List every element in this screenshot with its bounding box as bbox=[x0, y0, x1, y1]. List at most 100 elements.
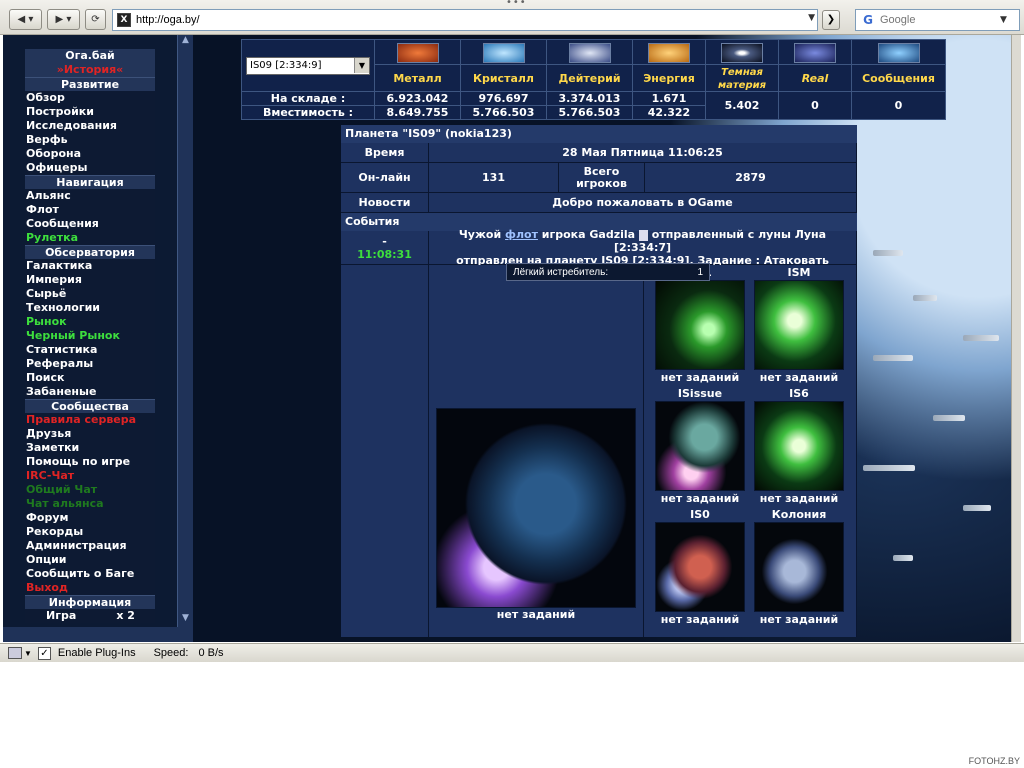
menu-item[interactable]: Технологии bbox=[25, 301, 155, 315]
menu-section-header: Информация bbox=[25, 595, 155, 609]
messages-icon bbox=[877, 43, 920, 63]
menu-item[interactable]: Империя bbox=[25, 273, 155, 287]
menu-item[interactable]: Рынок bbox=[25, 315, 155, 329]
menu-item[interactable]: Исследования bbox=[25, 119, 155, 133]
toolbar-grip[interactable]: ••• bbox=[506, 0, 527, 8]
url-text[interactable]: http://oga.by/ bbox=[136, 14, 200, 26]
menu-item[interactable]: Черный Рынок bbox=[25, 329, 155, 343]
back-button[interactable]: ◀ ▾ bbox=[9, 9, 42, 30]
menu-item[interactable]: Забаненые bbox=[25, 385, 155, 399]
ship-image bbox=[863, 465, 915, 471]
menu-item[interactable]: Заметки bbox=[25, 441, 155, 455]
go-button[interactable]: ❯ bbox=[822, 10, 840, 30]
colony-task: нет заданий bbox=[759, 613, 839, 626]
fleet-tooltip: Лёгкий истребитель: 1 bbox=[506, 263, 710, 281]
menu-item[interactable]: Чат альянса bbox=[25, 497, 155, 511]
browser-toolbar: ••• ◀ ▾ ▶ ▾ ⟳ X http://oga.by/ ▼ ❯ G ▼ bbox=[0, 0, 1024, 35]
colony-task: нет заданий bbox=[660, 492, 740, 505]
menu-item[interactable]: Помощь по игре bbox=[25, 455, 155, 469]
left-frame-scrollbar[interactable]: ▲ ▼ bbox=[177, 35, 193, 627]
menu-item[interactable]: Сообщения bbox=[25, 217, 155, 231]
left-menu: Ога.бай »История« Развитие Обзор Постройки… bbox=[25, 49, 155, 623]
menu-item[interactable]: Оборона bbox=[25, 147, 155, 161]
status-bar: ▼ ✓ Enable Plug-Ins Speed: 0 B/s bbox=[0, 643, 1024, 662]
colony-task: нет заданий bbox=[660, 613, 740, 626]
menu-item[interactable]: Правила сервера bbox=[25, 413, 155, 427]
menu-item[interactable]: Обзор bbox=[25, 91, 155, 105]
colony-image[interactable] bbox=[754, 280, 844, 370]
colony-image[interactable] bbox=[655, 280, 745, 370]
time-label: Время bbox=[341, 143, 429, 162]
menu-item[interactable]: Постройки bbox=[25, 105, 155, 119]
news-value: Добро пожаловать в OGame bbox=[429, 193, 857, 212]
menu-section-header: Развитие bbox=[25, 77, 155, 91]
plugins-label: Enable Plug-Ins bbox=[57, 647, 136, 659]
colony-image[interactable] bbox=[655, 522, 745, 612]
time-value: 28 Мая Пятница 11:06:25 bbox=[429, 143, 857, 162]
fleet-info-icon[interactable] bbox=[638, 229, 648, 241]
messages-label[interactable]: Сообщения bbox=[862, 72, 935, 85]
deuterium-label: Дейтерий bbox=[558, 71, 621, 85]
menu-history-link[interactable]: »История« bbox=[25, 63, 155, 77]
menu-username[interactable]: Ога.бай bbox=[25, 49, 155, 63]
forward-button[interactable]: ▶ ▾ bbox=[47, 9, 80, 30]
online-label: Он-лайн bbox=[341, 163, 429, 192]
scroll-down-icon[interactable]: ▼ bbox=[178, 613, 193, 627]
menu-item[interactable]: Друзья bbox=[25, 427, 155, 441]
event-time-cell: - 11:08:31 bbox=[341, 231, 429, 264]
menu-item[interactable]: Выход bbox=[25, 581, 155, 595]
search-dropdown-icon[interactable]: ▼ bbox=[1000, 15, 1007, 25]
menu-item[interactable]: Администрация bbox=[25, 539, 155, 553]
image-dropdown-icon[interactable]: ▼ bbox=[24, 649, 32, 658]
menu-item[interactable]: IRC-Чат bbox=[25, 469, 155, 483]
menu-item[interactable]: Рефералы bbox=[25, 357, 155, 371]
plugins-checkbox[interactable]: ✓ bbox=[37, 646, 51, 660]
planet-select[interactable]: IS09 [2:334:9] ▼ bbox=[246, 56, 370, 75]
colony-image[interactable] bbox=[655, 401, 745, 491]
menu-item[interactable]: Галактика bbox=[25, 259, 155, 273]
menu-item[interactable]: Офицеры bbox=[25, 161, 155, 175]
real-label[interactable]: Real bbox=[802, 72, 829, 85]
search-input[interactable] bbox=[880, 14, 1000, 26]
select-arrow-icon[interactable]: ▼ bbox=[354, 58, 369, 73]
total-label: Всего игроков bbox=[559, 163, 645, 192]
messages-value: 0 bbox=[851, 91, 946, 120]
reload-button[interactable]: ⟳ bbox=[85, 9, 106, 30]
dark-matter-label[interactable]: Темная материя bbox=[718, 67, 766, 91]
menu-item[interactable]: Сырьё bbox=[25, 287, 155, 301]
menu-item[interactable]: Сообщить о Баге bbox=[25, 567, 155, 581]
ship-image bbox=[963, 335, 999, 341]
site-favicon-icon: X bbox=[117, 13, 131, 27]
url-dropdown-icon[interactable]: ▼ bbox=[808, 13, 815, 23]
colony-name[interactable]: IS0 bbox=[655, 508, 745, 521]
menu-item[interactable]: Общий Чат bbox=[25, 483, 155, 497]
planet-select-value[interactable]: IS09 [2:334:9] bbox=[250, 60, 322, 71]
ship-image bbox=[893, 555, 913, 561]
ship-image bbox=[873, 355, 913, 361]
colony-name[interactable]: IS6 bbox=[754, 387, 844, 400]
menu-item[interactable]: Рулетка bbox=[25, 231, 155, 245]
menu-item[interactable]: Поиск bbox=[25, 371, 155, 385]
menu-item[interactable]: Опции bbox=[25, 553, 155, 567]
colony-name[interactable]: Колония bbox=[754, 508, 844, 521]
main-planet-image[interactable] bbox=[436, 408, 636, 608]
event-countdown: 11:08:31 bbox=[357, 247, 412, 261]
menu-item[interactable]: Форум bbox=[25, 511, 155, 525]
menu-item[interactable]: Альянс bbox=[25, 189, 155, 203]
colony-image[interactable] bbox=[754, 401, 844, 491]
crystal-label: Кристалл bbox=[472, 71, 534, 85]
event-fleet-link[interactable]: флот bbox=[505, 228, 538, 241]
page-scrollbar[interactable] bbox=[1011, 35, 1021, 642]
menu-item[interactable]: Флот bbox=[25, 203, 155, 217]
menu-item[interactable]: Рекорды bbox=[25, 525, 155, 539]
search-box[interactable]: G ▼ bbox=[855, 9, 1020, 31]
address-bar[interactable]: X http://oga.by/ ▼ bbox=[112, 9, 818, 31]
scroll-up-icon[interactable]: ▲ bbox=[178, 35, 193, 49]
colony-name[interactable]: ISissue bbox=[655, 387, 745, 400]
left-frame-hscrollbar[interactable] bbox=[3, 627, 193, 642]
colony-image[interactable] bbox=[754, 522, 844, 612]
image-icon[interactable] bbox=[8, 647, 22, 659]
menu-item[interactable]: Верфь bbox=[25, 133, 155, 147]
colony-name[interactable]: ISM bbox=[754, 266, 844, 279]
menu-item[interactable]: Статистика bbox=[25, 343, 155, 357]
